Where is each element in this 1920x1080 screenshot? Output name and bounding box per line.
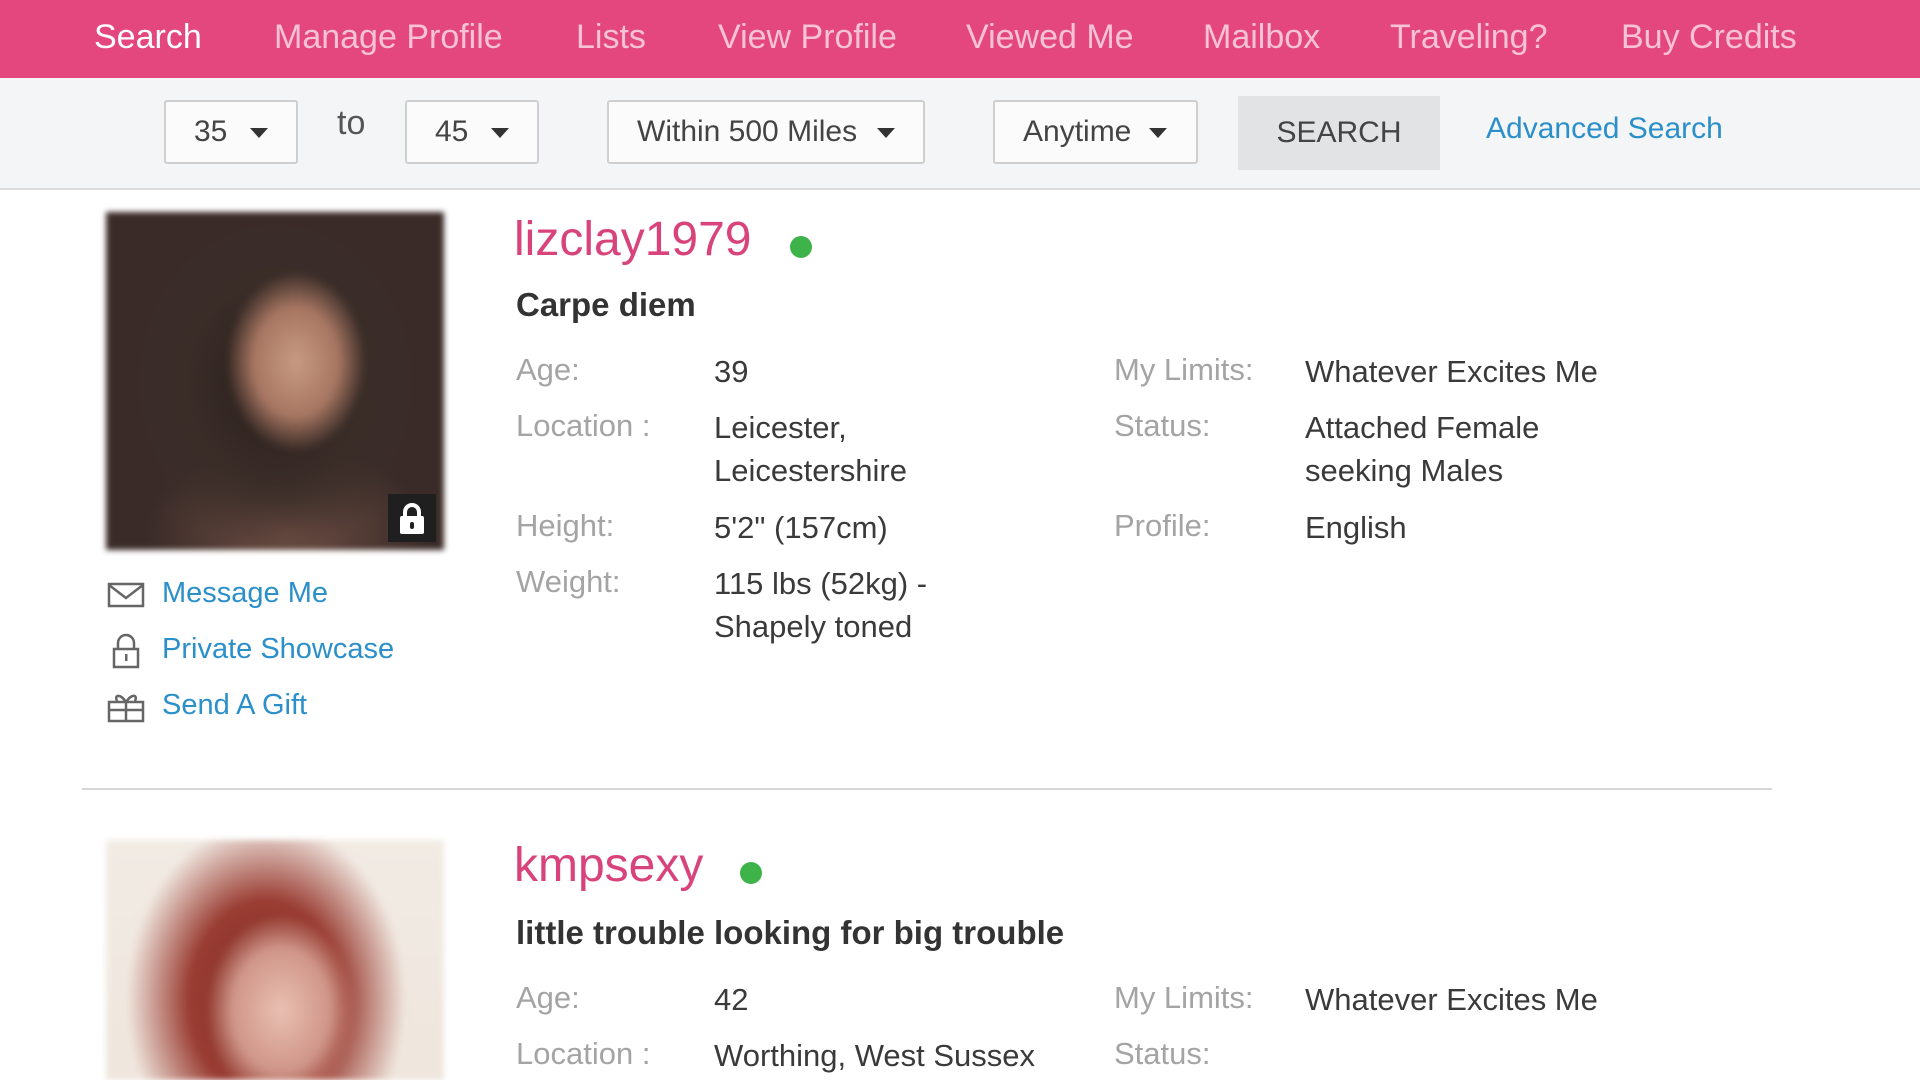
- age-label: Age:: [516, 352, 580, 387]
- advanced-search-link[interactable]: Advanced Search: [1486, 112, 1723, 146]
- profile-language-value: English: [1305, 510, 1407, 545]
- nav-item-mailbox[interactable]: Mailbox: [1203, 0, 1320, 78]
- online-status-indicator: [790, 236, 812, 258]
- nav-item-buy-credits[interactable]: Buy Credits: [1621, 0, 1797, 78]
- envelope-icon: [107, 582, 145, 608]
- age-min-select[interactable]: 35: [164, 100, 298, 164]
- distance-select[interactable]: Within 500 Miles: [607, 100, 925, 164]
- nav-item-lists[interactable]: Lists: [576, 0, 646, 78]
- limits-value: Whatever Excites Me: [1305, 354, 1598, 389]
- profile-username[interactable]: lizclay1979: [514, 212, 751, 267]
- search-filter-bar: 35 to 45 Within 500 Miles Anytime SEARCH…: [0, 78, 1920, 190]
- time-value: Anytime: [1023, 115, 1132, 148]
- height-label: Height:: [516, 508, 615, 543]
- profile-tagline: Carpe diem: [516, 286, 696, 323]
- limits-label: My Limits:: [1114, 980, 1254, 1015]
- age-value: 42: [714, 982, 749, 1017]
- location-label: Location :: [516, 1036, 651, 1071]
- age-label: Age:: [516, 980, 580, 1015]
- location-label: Location :: [516, 408, 651, 443]
- send-gift-label: Send A Gift: [162, 689, 308, 721]
- card-divider: [82, 788, 1772, 790]
- top-nav: Search Manage Profile Lists View Profile…: [0, 0, 1920, 78]
- status-label: Status:: [1114, 408, 1211, 443]
- age-value: 39: [714, 354, 749, 389]
- profile-language-label: Profile:: [1114, 508, 1211, 543]
- time-select[interactable]: Anytime: [993, 100, 1198, 164]
- location-value: Leicester, Leicestershire: [714, 410, 907, 488]
- message-me-label: Message Me: [162, 577, 329, 609]
- height-value: 5'2" (157cm): [714, 510, 888, 545]
- padlock-icon: [112, 633, 140, 669]
- caret-down-icon: [877, 128, 895, 138]
- caret-down-icon: [250, 128, 268, 138]
- status-label: Status:: [1114, 1036, 1211, 1071]
- weight-value: 115 lbs (52kg) - Shapely toned: [714, 566, 928, 644]
- profile-username[interactable]: kmpsexy: [514, 838, 703, 893]
- online-status-indicator: [740, 862, 762, 884]
- search-button[interactable]: SEARCH: [1238, 96, 1440, 170]
- nav-item-viewed-me[interactable]: Viewed Me: [966, 0, 1134, 78]
- gift-icon: [107, 694, 145, 723]
- limits-value: Whatever Excites Me: [1305, 982, 1598, 1017]
- age-min-value: 35: [194, 115, 228, 148]
- location-value: Worthing, West Sussex: [714, 1038, 1036, 1073]
- profile-photo[interactable]: [106, 840, 444, 1080]
- caret-down-icon: [491, 128, 509, 138]
- status-value: Attached Female seeking Males: [1305, 410, 1540, 488]
- nav-item-traveling[interactable]: Traveling?: [1390, 0, 1547, 78]
- nav-item-view-profile[interactable]: View Profile: [718, 0, 897, 78]
- profile-tagline: little trouble looking for big trouble: [516, 914, 1065, 951]
- nav-item-search[interactable]: Search: [94, 0, 202, 78]
- private-showcase-label: Private Showcase: [162, 633, 395, 665]
- nav-item-manage-profile[interactable]: Manage Profile: [274, 0, 503, 78]
- distance-value: Within 500 Miles: [637, 115, 858, 148]
- age-max-select[interactable]: 45: [405, 100, 539, 164]
- age-max-value: 45: [435, 115, 469, 148]
- limits-label: My Limits:: [1114, 352, 1254, 387]
- lock-icon: [388, 494, 436, 542]
- weight-label: Weight:: [516, 564, 621, 599]
- age-range-separator: to: [337, 104, 366, 142]
- caret-down-icon: [1149, 128, 1167, 138]
